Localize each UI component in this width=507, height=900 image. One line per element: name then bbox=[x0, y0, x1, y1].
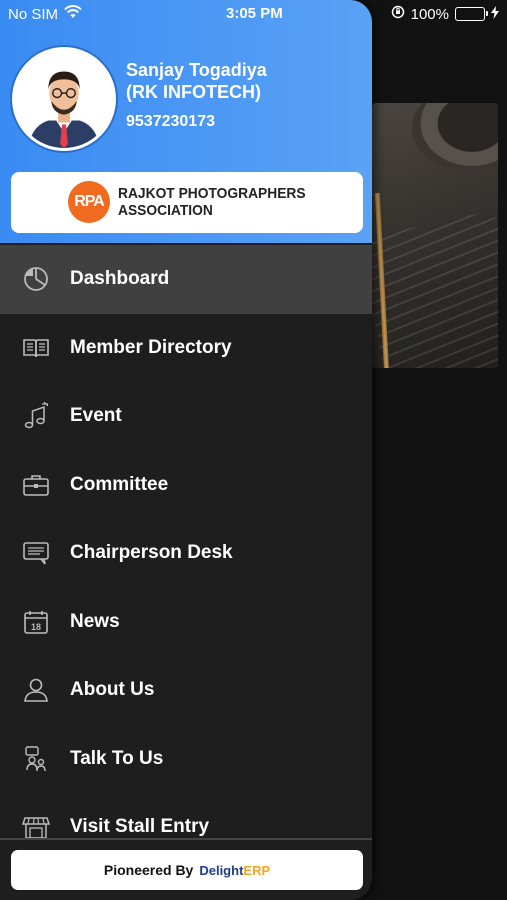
rpa-logo: RPA bbox=[68, 181, 110, 223]
svg-text:18: 18 bbox=[31, 622, 41, 632]
status-bar: No SIM 3:05 PM 100% bbox=[0, 0, 507, 28]
orientation-lock-icon bbox=[391, 5, 405, 23]
charging-icon bbox=[491, 5, 499, 23]
user-company: (RK INFOTECH) bbox=[126, 82, 261, 102]
menu-label-talk-to-us: Talk To Us bbox=[70, 747, 164, 769]
battery-icon bbox=[455, 7, 488, 21]
user-icon bbox=[22, 676, 50, 704]
battery-percent: 100% bbox=[410, 5, 449, 23]
book-icon bbox=[22, 334, 50, 362]
user-phone: 9537230173 bbox=[126, 113, 215, 130]
menu-item-dashboard[interactable]: Dashboard bbox=[0, 245, 372, 314]
delight-erp-logo-main: Delight bbox=[199, 862, 244, 878]
association-card[interactable]: RPA RAJKOT PHOTOGRAPHERS ASSOCIATION bbox=[11, 172, 363, 233]
pioneered-by-text: Pioneered By bbox=[103, 862, 194, 878]
drawer-menu: Dashboard Member Directory Event Committ… bbox=[0, 245, 372, 862]
menu-item-event[interactable]: Event bbox=[0, 382, 372, 451]
association-name: RAJKOT PHOTOGRAPHERS ASSOCIATION bbox=[118, 185, 306, 219]
drawer-header: Sanjay Togadiya (RK INFOTECH) 9537230173… bbox=[0, 0, 372, 243]
association-name-line1: RAJKOT PHOTOGRAPHERS bbox=[118, 185, 306, 202]
menu-label-member-directory: Member Directory bbox=[70, 336, 232, 358]
menu-item-about-us[interactable]: About Us bbox=[0, 656, 372, 725]
menu-label-event: Event bbox=[70, 405, 122, 427]
association-name-line2: ASSOCIATION bbox=[118, 202, 213, 219]
chat-icon bbox=[22, 539, 50, 567]
briefcase-icon bbox=[22, 471, 50, 499]
menu-label-news: News bbox=[70, 610, 120, 632]
menu-item-chairperson-desk[interactable]: Chairperson Desk bbox=[0, 519, 372, 588]
pie-chart-icon bbox=[22, 265, 50, 293]
menu-label-chairperson-desk: Chairperson Desk bbox=[70, 542, 233, 564]
footer-divider bbox=[0, 838, 372, 840]
calendar-icon: 18 bbox=[22, 608, 50, 636]
background-photo bbox=[372, 103, 498, 368]
music-note-icon bbox=[22, 402, 50, 430]
menu-label-committee: Committee bbox=[70, 473, 169, 495]
menu-item-committee[interactable]: Committee bbox=[0, 451, 372, 520]
carrier-label: No SIM bbox=[8, 5, 59, 23]
avatar-illustration bbox=[15, 50, 113, 148]
support-icon bbox=[22, 745, 50, 773]
menu-item-talk-to-us[interactable]: Talk To Us bbox=[0, 725, 372, 794]
menu-item-news[interactable]: 18 News bbox=[0, 588, 372, 657]
menu-label-about-us: About Us bbox=[70, 679, 155, 701]
menu-label-visit-stall-entry: Visit Stall Entry bbox=[70, 816, 210, 838]
status-time: 3:05 PM bbox=[226, 5, 283, 22]
avatar[interactable] bbox=[12, 47, 116, 151]
menu-item-member-directory[interactable]: Member Directory bbox=[0, 314, 372, 383]
delight-erp-logo: DelightERP bbox=[199, 863, 270, 878]
menu-label-dashboard: Dashboard bbox=[70, 268, 170, 290]
wifi-icon bbox=[64, 5, 82, 23]
delight-erp-logo-accent: ERP bbox=[243, 862, 271, 878]
navigation-drawer: Sanjay Togadiya (RK INFOTECH) 9537230173… bbox=[0, 0, 372, 900]
user-name: Sanjay Togadiya bbox=[126, 60, 267, 80]
pioneered-by-banner[interactable]: Pioneered By DelightERP bbox=[11, 850, 363, 890]
